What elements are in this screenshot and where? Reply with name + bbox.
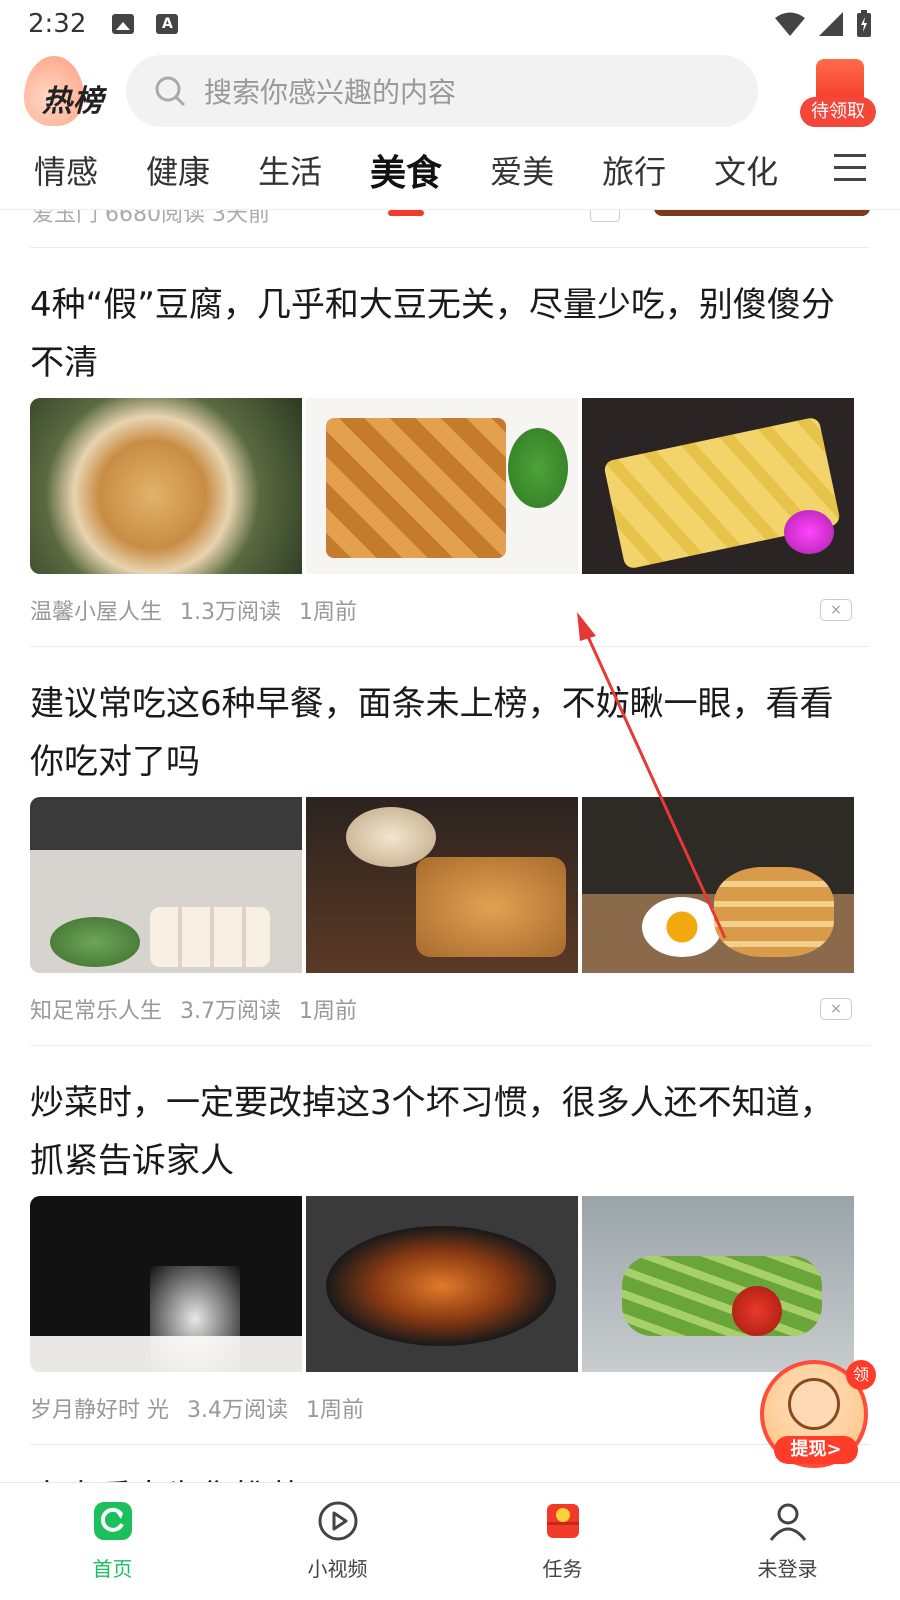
- article-thumbnail: [30, 398, 302, 574]
- article-thumbnail: [30, 797, 302, 973]
- nav-label: 未登录: [757, 1557, 818, 1581]
- status-time: 2:32: [28, 9, 87, 39]
- article-thumbnail: [582, 797, 854, 973]
- withdraw-reward-button[interactable]: 领 提现>: [760, 1360, 876, 1470]
- nav-task[interactable]: 任务: [450, 1483, 675, 1600]
- reward-label: 提现>: [774, 1436, 858, 1464]
- article-time: 1周前: [299, 600, 358, 625]
- app-logo[interactable]: 热榜: [24, 56, 110, 126]
- redpacket-button[interactable]: 待领取: [800, 55, 876, 127]
- article-meta: 温馨小屋人生 1.3万阅读 1周前 ×: [30, 574, 870, 646]
- search-input[interactable]: 搜索你感兴趣的内容: [126, 55, 758, 127]
- a-notification-icon: A: [156, 14, 179, 34]
- article-images: [30, 1196, 870, 1372]
- article-author: 温馨小屋人生: [30, 600, 163, 625]
- article-reads: 3.7万阅读: [180, 999, 282, 1024]
- status-bar: 2:32 A: [0, 0, 900, 48]
- search-icon: [155, 76, 186, 107]
- user-icon: [764, 1497, 812, 1545]
- article-thumbnail: [306, 797, 578, 973]
- tab-health[interactable]: 健康: [146, 147, 210, 193]
- article-thumbnail: [306, 398, 578, 574]
- redpacket-label: 待领取: [800, 97, 876, 127]
- article-title[interactable]: 炒菜时，一定要改掉这3个坏习惯，很多人还不知道，抓紧告诉家人: [30, 1074, 850, 1190]
- close-icon[interactable]: ×: [820, 998, 852, 1020]
- search-placeholder: 搜索你感兴趣的内容: [204, 76, 457, 109]
- header: 热榜 搜索你感兴趣的内容 待领取: [0, 52, 900, 130]
- signal-icon: [819, 12, 843, 36]
- tab-travel[interactable]: 旅行: [602, 147, 666, 193]
- article-thumbnail: [582, 398, 854, 574]
- category-tabs: 情感 健康 生活 美食 爱美 旅行 文化: [0, 130, 900, 216]
- cartoon-avatar-icon: [788, 1378, 840, 1430]
- article-thumbnail: [582, 1196, 854, 1372]
- article-time: 1周前: [299, 999, 358, 1024]
- nav-home[interactable]: 首页: [0, 1483, 225, 1600]
- article-title[interactable]: 建议常吃这6种早餐，面条未上榜，不妨瞅一眼，看看你吃对了吗: [30, 675, 850, 791]
- article-thumbnail: [30, 1196, 302, 1372]
- article-author: 岁月静好时 光: [30, 1398, 169, 1423]
- nav-label: 首页: [92, 1557, 133, 1581]
- article-meta: 知足常乐人生 3.7万阅读 1周前 ×: [30, 973, 870, 1045]
- list-item[interactable]: 爱玉门 6680阅读 3天前: [30, 202, 870, 248]
- article-images: [30, 398, 870, 574]
- article-meta: 岁月静好时 光 3.4万阅读 1周前: [30, 1372, 870, 1444]
- nav-label: 任务: [542, 1557, 583, 1581]
- close-icon[interactable]: ×: [820, 599, 852, 621]
- article-images: [30, 797, 870, 973]
- tab-beauty[interactable]: 爱美: [490, 147, 554, 193]
- gallery-notification-icon: [112, 14, 135, 34]
- nav-label: 小视频: [307, 1557, 368, 1581]
- article-author: 知足常乐人生: [30, 999, 163, 1024]
- task-icon: [539, 1497, 587, 1545]
- tab-culture[interactable]: 文化: [714, 147, 778, 193]
- article-reads: 3.4万阅读: [187, 1398, 288, 1423]
- bottom-nav: 首页 小视频 任务 未登录: [0, 1482, 900, 1600]
- article-feed: 爱玉门 6680阅读 3天前 4种“假”豆腐，几乎和大豆无关，尽量少吃，别傻傻分…: [0, 202, 900, 1499]
- list-item[interactable]: 炒菜时，一定要改掉这3个坏习惯，很多人还不知道，抓紧告诉家人 岁月静好时 光 3…: [30, 1046, 870, 1445]
- article-title[interactable]: 4种“假”豆腐，几乎和大豆无关，尽量少吃，别傻傻分不清: [30, 276, 850, 392]
- logo-text: 热榜: [42, 84, 104, 119]
- reward-badge: 领: [846, 1360, 876, 1390]
- menu-icon[interactable]: [834, 154, 866, 182]
- tab-life[interactable]: 生活: [258, 147, 322, 193]
- wifi-icon: [775, 12, 805, 36]
- play-icon: [314, 1497, 362, 1545]
- nav-short-video[interactable]: 小视频: [225, 1483, 450, 1600]
- nav-profile[interactable]: 未登录: [675, 1483, 900, 1600]
- list-item[interactable]: 建议常吃这6种早餐，面条未上榜，不妨瞅一眼，看看你吃对了吗 知足常乐人生 3.7…: [30, 647, 870, 1046]
- list-item[interactable]: 4种“假”豆腐，几乎和大豆无关，尽量少吃，别傻傻分不清 温馨小屋人生 1.3万阅…: [30, 248, 870, 647]
- home-icon: [89, 1497, 137, 1545]
- battery-icon: [857, 10, 871, 37]
- article-time: 1周前: [306, 1398, 364, 1423]
- tab-emotion[interactable]: 情感: [34, 147, 98, 193]
- article-reads: 1.3万阅读: [180, 600, 282, 625]
- tab-food[interactable]: 美食: [370, 144, 442, 216]
- article-thumbnail: [306, 1196, 578, 1372]
- app-screen: 2:32 A 热榜 搜索你感兴趣的内容 待领取 情感 健康 生活 美食 爱美 旅…: [0, 0, 900, 1600]
